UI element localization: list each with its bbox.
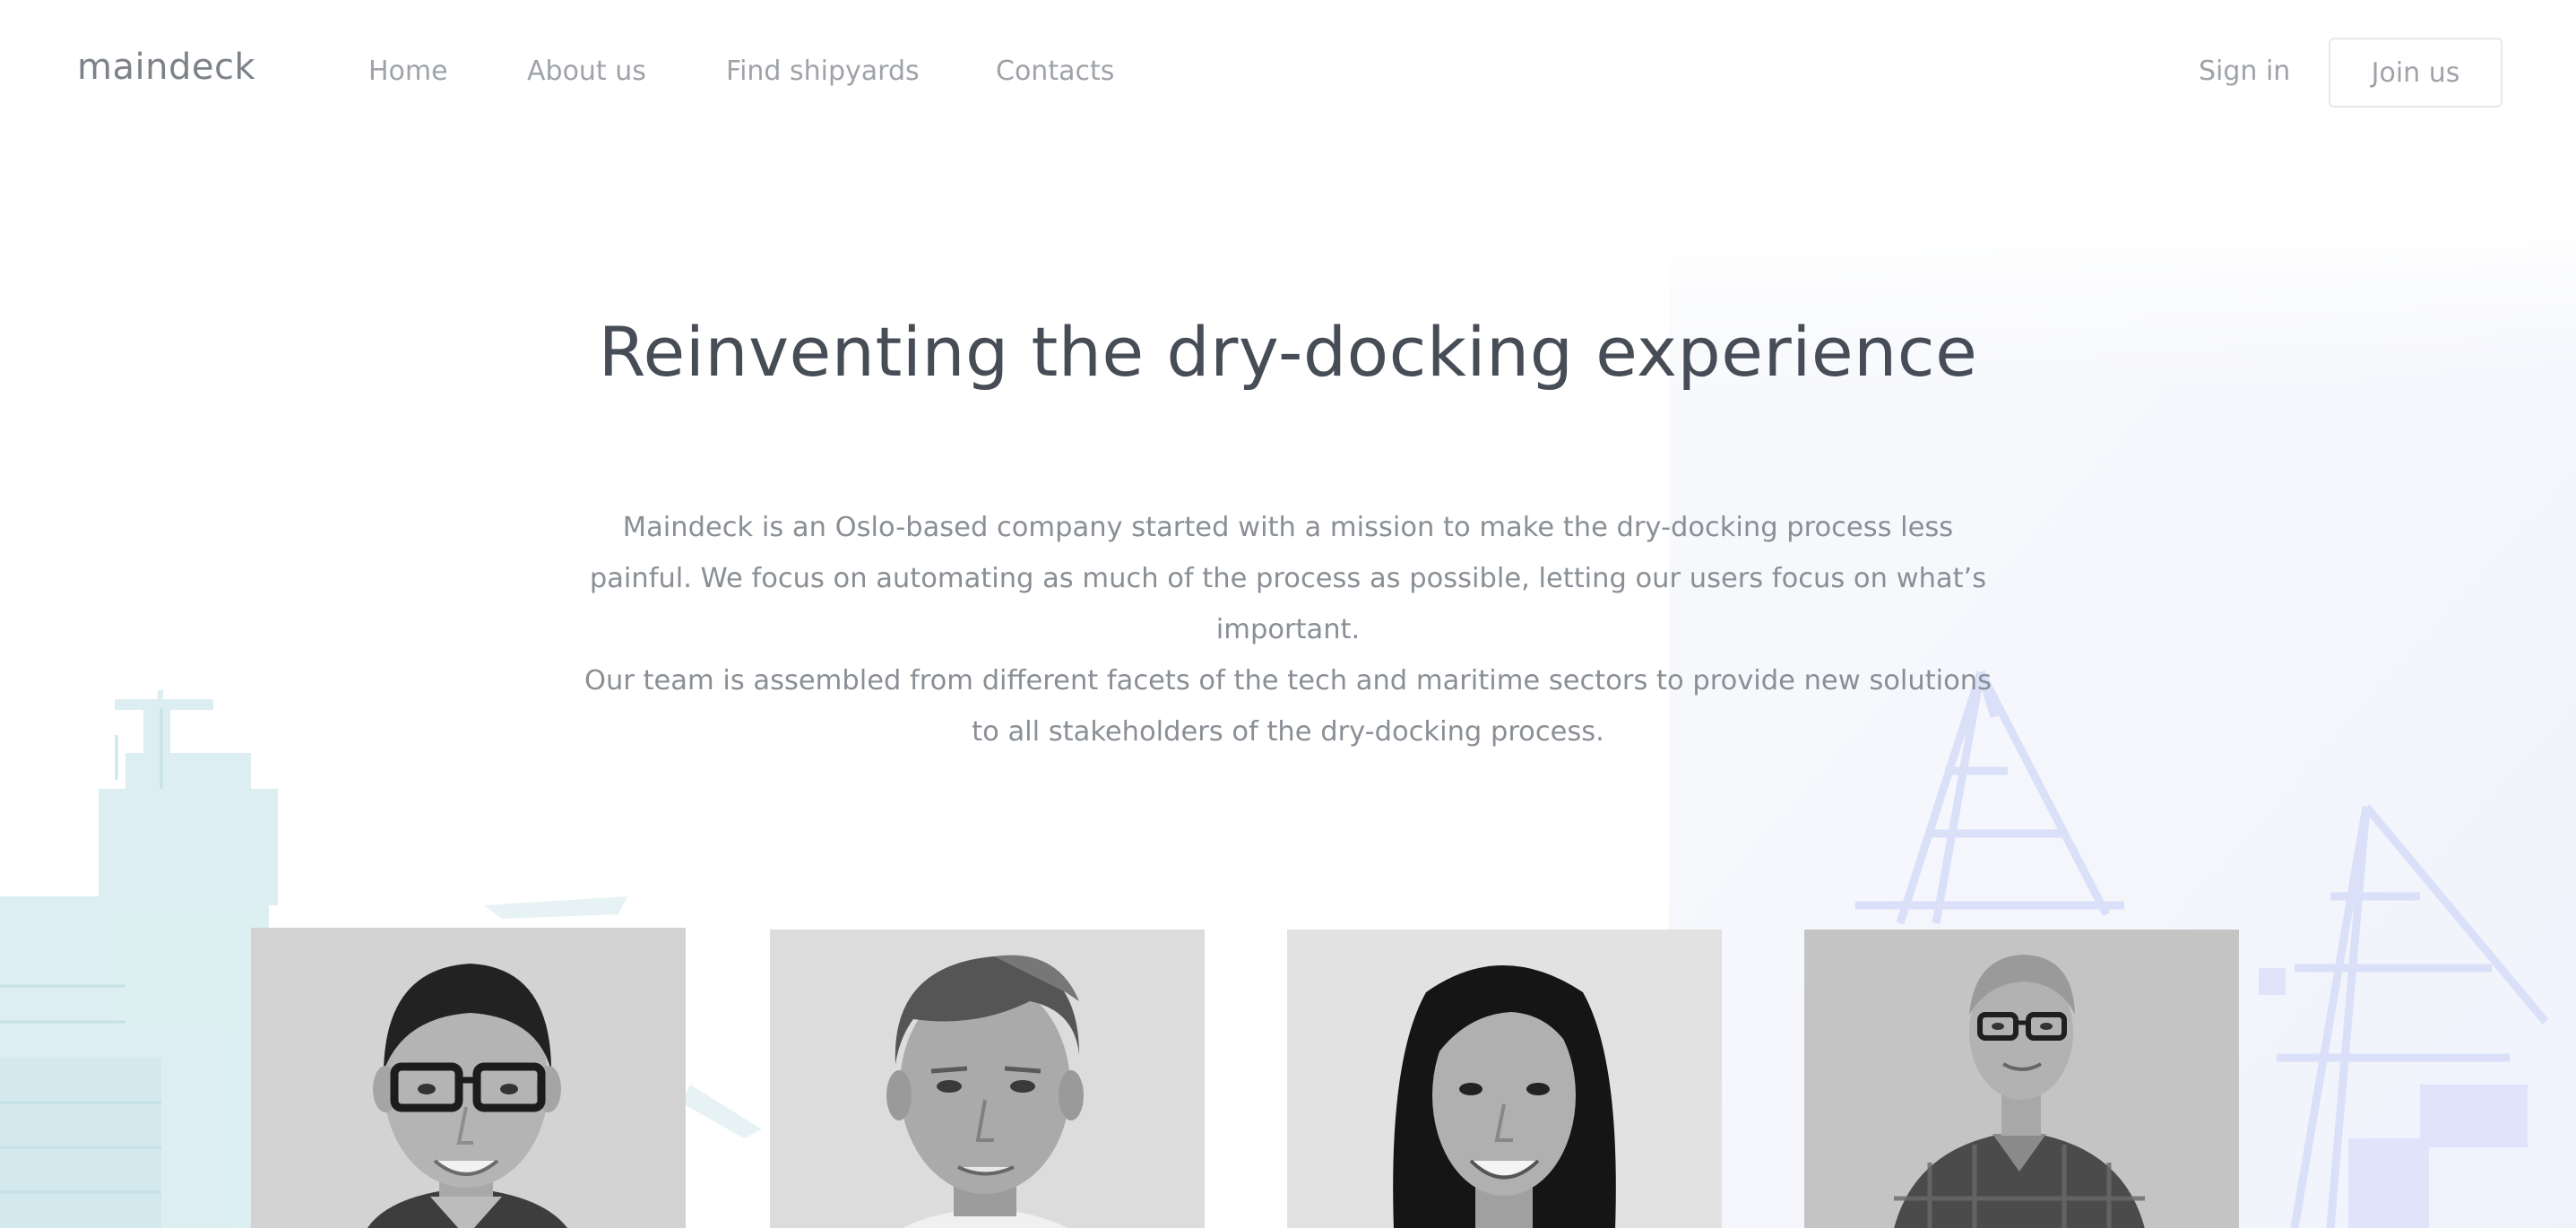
sign-in-link[interactable]: Sign in: [2199, 56, 2290, 87]
intro-paragraph-mission: Maindeck is an Oslo-based company starte…: [589, 512, 1987, 645]
maindeck-logo[interactable]: maindeck: [77, 47, 255, 88]
team-section: [0, 928, 2576, 1228]
team-member-3-photo: [1287, 930, 1722, 1228]
nav-link-home[interactable]: Home: [368, 56, 448, 87]
team-member-4-photo: [1804, 930, 2239, 1228]
intro-text: Maindeck is an Oslo-based company starte…: [571, 502, 2005, 757]
team-member-2-photo: [770, 930, 1205, 1228]
intro-paragraph-team: Our team is assembled from different fac…: [583, 665, 1993, 748]
page-title: Reinventing the dry-docking experience: [598, 312, 1978, 392]
team-member-1-photo: [251, 928, 686, 1228]
nav-link-about-us[interactable]: About us: [527, 56, 646, 87]
nav-link-contacts[interactable]: Contacts: [996, 56, 1114, 87]
join-us-button[interactable]: Join us: [2329, 38, 2503, 108]
top-navigation: maindeck Home About us Find shipyards Co…: [0, 0, 2576, 147]
nav-link-find-shipyards[interactable]: Find shipyards: [726, 56, 920, 87]
